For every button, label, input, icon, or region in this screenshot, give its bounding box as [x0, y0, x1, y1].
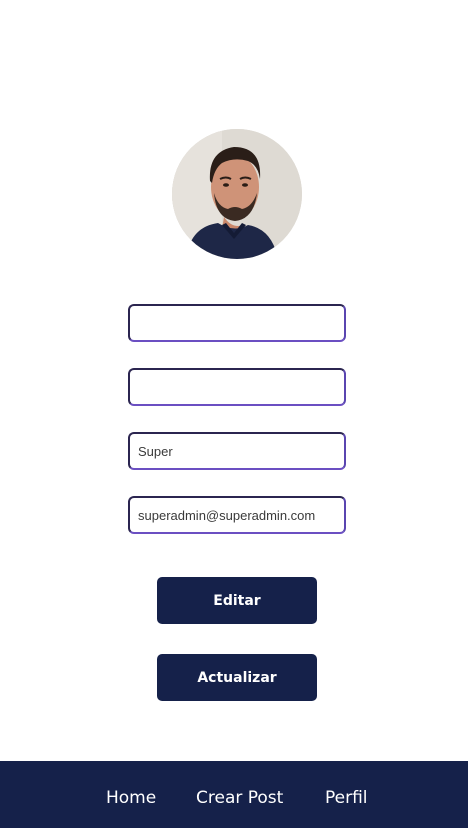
- profile-field-2[interactable]: [128, 368, 346, 406]
- profile-avatar: [172, 129, 302, 259]
- nav-home-link[interactable]: Home: [106, 787, 156, 809]
- avatar-photo: [172, 129, 302, 259]
- update-button[interactable]: Actualizar: [157, 654, 317, 701]
- edit-button[interactable]: Editar: [157, 577, 317, 624]
- profile-field-1[interactable]: [128, 304, 346, 342]
- bottom-nav: Home Crear Post Perfil: [0, 761, 468, 828]
- email-input[interactable]: [128, 496, 346, 534]
- name-input[interactable]: [128, 432, 346, 470]
- nav-profile-link[interactable]: Perfil: [325, 787, 368, 809]
- nav-create-post-link[interactable]: Crear Post: [196, 787, 283, 809]
